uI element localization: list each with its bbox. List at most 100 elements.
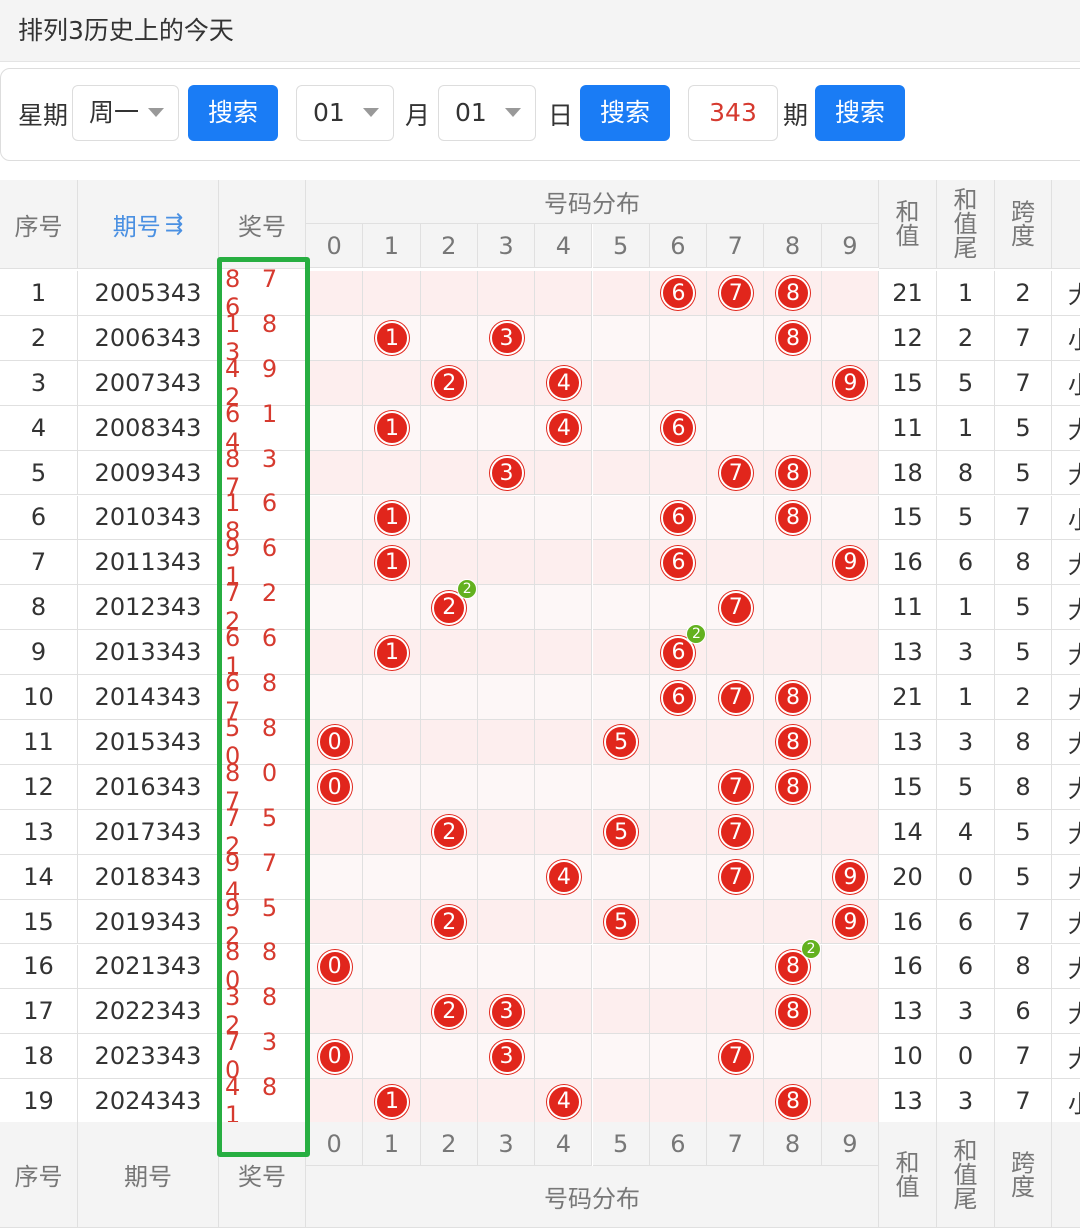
number-ball: 0 [317,1039,352,1074]
row-dist-cell [592,360,650,406]
row-dist-cell [707,899,765,945]
number-ball: 2 [432,994,467,1029]
number-ball: 9 [833,545,868,580]
row-dist-cell [535,630,593,676]
row-dist-cell [363,720,421,765]
row-issue: 2023343 [78,1034,219,1080]
search-date-button[interactable]: 搜索 [580,85,670,141]
header-index: 序号 [0,1122,78,1228]
row-span: 7 [995,1034,1052,1080]
row-index: 16 [0,944,78,990]
number-ball: 7 [718,680,753,715]
row-index: 18 [0,1034,78,1080]
row-dist-cell [535,450,593,496]
row-dist-cell [363,809,421,855]
row-dist-cell [649,764,708,810]
month-select[interactable]: 01 [296,85,394,141]
row-sum: 21 [879,675,937,720]
row-issue: 2016343 [78,764,219,810]
row-sum: 11 [879,405,937,451]
row-sum-tail: 1 [937,675,995,720]
number-ball: 7 [718,770,753,805]
header-extra [1052,180,1080,269]
row-dist-cell [306,360,364,406]
number-ball: 8 [776,994,811,1029]
number-ball: 8 [776,500,811,535]
row-size: 大 [1052,945,1080,990]
header-draw: 奖号 [219,1122,306,1228]
row-sum: 13 [879,989,937,1035]
row-dist-cell [363,360,421,406]
row-dist-cell [477,405,536,451]
number-ball: 1 [374,411,409,446]
row-dist-cell [821,809,879,855]
header-digit-5: 5 [592,1122,650,1166]
number-ball: 0 [317,949,352,984]
repeat-badge: 2 [801,938,822,959]
header-issue[interactable]: 期号 ⇶ [78,180,219,269]
row-dist-cell [306,675,364,720]
row-index: 14 [0,854,78,900]
row-index: 11 [0,720,78,765]
row-dist-cell [535,271,593,316]
row-span: 7 [995,899,1052,945]
row-dist-cell [477,540,536,586]
row-dist-cell [764,540,822,586]
number-ball: 7 [718,815,753,850]
number-ball: 8 [776,680,811,715]
row-dist-cell [477,899,536,945]
row-issue: 2006343 [78,315,219,361]
row-index: 4 [0,405,78,451]
row-dist-cell [306,1079,364,1125]
row-dist-cell [363,585,421,631]
row-span: 6 [995,989,1052,1035]
row-dist-cell [535,944,593,990]
row-dist-cell [535,720,593,765]
row-sum-tail: 6 [937,899,995,945]
row-dist-cell [649,315,708,361]
day-select[interactable]: 01 [438,85,536,141]
row-dist-cell [821,944,879,990]
number-ball: 4 [546,411,581,446]
row-dist-cell [707,720,765,765]
row-dist-cell [649,720,708,765]
row-dist-cell [592,989,650,1035]
row-index: 13 [0,809,78,855]
row-dist-cell [535,899,593,945]
header-digit-2: 2 [420,224,478,268]
row-sum-tail: 1 [937,585,995,631]
row-dist-cell [821,585,879,631]
number-ball: 8 [776,1084,811,1119]
header-distribution: 号码分布 [306,1166,879,1228]
header-issue[interactable]: 期号 [78,1122,219,1228]
row-sum-tail: 1 [937,405,995,451]
number-ball: 4 [546,860,581,895]
row-dist-cell [592,764,650,810]
row-dist-cell [592,405,650,451]
period-input[interactable]: 343 [688,85,778,141]
row-dist-cell [592,271,650,316]
row-dist-cell [592,854,650,900]
number-ball: 7 [718,276,753,311]
number-ball: 3 [489,1039,524,1074]
row-sum-tail: 6 [937,944,995,990]
row-span: 2 [995,271,1052,316]
number-ball: 3 [489,321,524,356]
row-dist-cell [821,630,879,676]
row-issue: 2015343 [78,720,219,765]
search-weekday-button[interactable]: 搜索 [188,85,278,141]
row-dist-cell [649,360,708,406]
row-dist-cell [306,450,364,496]
row-dist-cell [764,405,822,451]
weekday-select[interactable]: 周一 [72,85,179,141]
header-digit-0: 0 [306,224,364,268]
row-dist-cell [535,1034,593,1080]
row-dist-cell [306,271,364,316]
sort-icon[interactable]: ⇶ [165,212,183,237]
row-issue: 2005343 [78,271,219,316]
row-dist-cell [420,854,478,900]
row-dist-cell [535,495,593,541]
search-period-button[interactable]: 搜索 [815,85,905,141]
row-dist-cell [363,854,421,900]
row-dist-cell [535,675,593,720]
